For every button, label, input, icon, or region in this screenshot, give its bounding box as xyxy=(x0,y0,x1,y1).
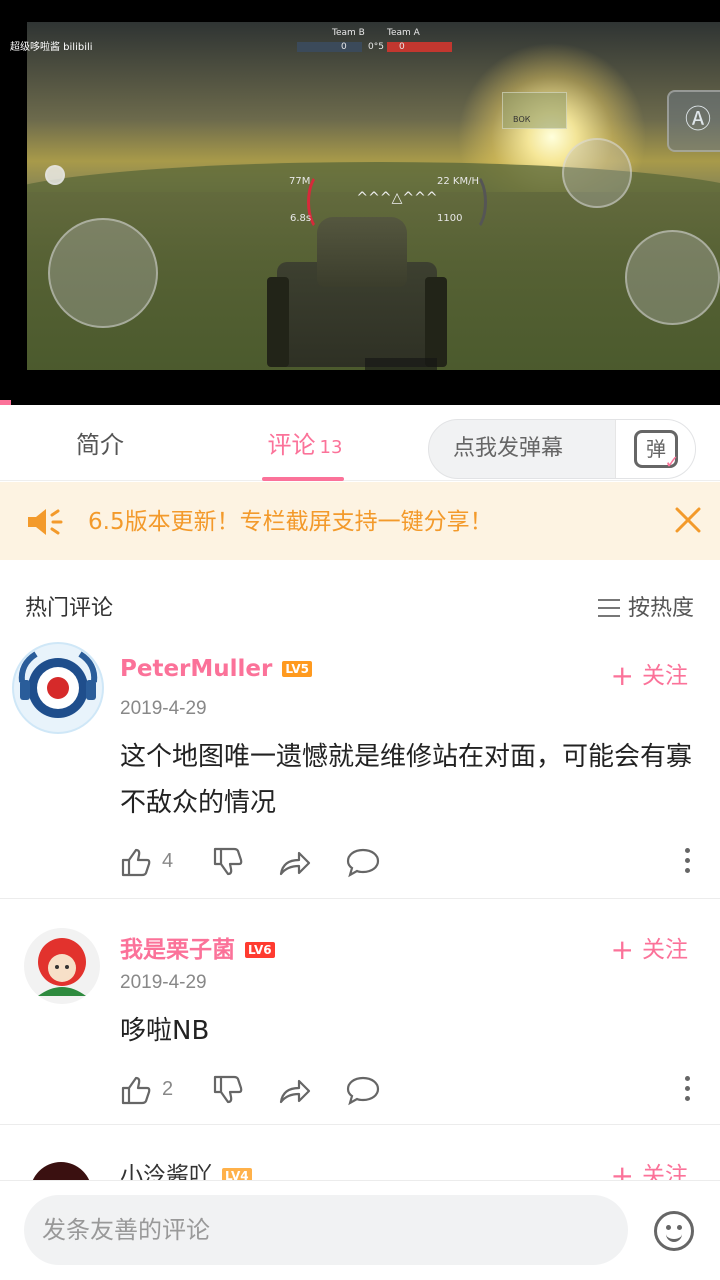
username[interactable]: PeterMuller xyxy=(120,656,272,682)
announcement-banner: 6.5版本更新！专栏截屏支持一键分享！ xyxy=(0,482,720,560)
comment-input[interactable] xyxy=(24,1195,628,1265)
like-count: 2 xyxy=(162,1078,174,1100)
team-a-label: Team A xyxy=(387,28,420,38)
ammo-slots: 90 0 0 xyxy=(365,358,437,370)
tab-bar: 简介 评论 13 点我发弹幕 弹 ✓ xyxy=(0,405,720,481)
danmaku-toggle-button[interactable]: 弹 ✓ xyxy=(615,420,695,478)
small-joystick-dot xyxy=(45,165,65,185)
reload-timer: 6.8s xyxy=(290,213,312,224)
team-b-bar xyxy=(297,42,362,52)
close-icon[interactable] xyxy=(672,504,704,536)
tab-intro-label: 简介 xyxy=(76,431,124,459)
tab-comments-count: 13 xyxy=(319,437,343,458)
divider xyxy=(0,1124,720,1125)
level-badge: LV4 xyxy=(222,1168,252,1180)
reply-icon[interactable] xyxy=(346,844,380,880)
machine-gun-button xyxy=(562,138,632,208)
target-distance: 77M xyxy=(289,176,311,187)
reply-icon[interactable] xyxy=(346,1072,380,1108)
danmaku-icon: 弹 ✓ xyxy=(634,430,680,472)
team-b-label: Team B xyxy=(332,28,365,38)
tab-intro[interactable]: 简介 xyxy=(50,405,150,481)
plus-icon: + xyxy=(610,933,634,966)
danmaku-input[interactable]: 点我发弹幕 弹 ✓ xyxy=(428,419,696,479)
team-a-bar xyxy=(387,42,452,52)
comment-item: PeterMuller LV5 + 关注 2019-4-29 这个地图唯一遗憾就是维… xyxy=(0,640,720,898)
follow-button[interactable]: + 关注 xyxy=(611,1156,688,1180)
tank xyxy=(267,217,447,367)
emoji-icon[interactable] xyxy=(654,1211,694,1251)
share-icon[interactable] xyxy=(278,1072,312,1108)
share-icon[interactable] xyxy=(278,844,312,880)
speed-readout: 22 KM/H xyxy=(437,176,479,187)
auto-aim-button[interactable]: Ⓐ xyxy=(667,90,720,152)
comment-text: 这个地图唯一遗憾就是维修站在对面，可能会有寡不敌众的情况 xyxy=(120,742,693,818)
username[interactable]: 我是栗子菌 xyxy=(120,937,235,963)
comment-text: 哆啦NB xyxy=(120,1016,210,1046)
comment-date: 2019-4-29 xyxy=(120,698,207,719)
follow-label: 关注 xyxy=(642,937,688,963)
thumbs-down-icon[interactable] xyxy=(212,844,244,880)
team-a-score: 0 xyxy=(399,42,405,52)
plus-icon: + xyxy=(610,1159,634,1180)
thumbs-down-icon[interactable] xyxy=(212,1072,244,1108)
hp-readout: 1100 xyxy=(437,213,463,224)
level-badge: LV5 xyxy=(282,661,313,677)
sort-by-heat-button[interactable]: 按热度 xyxy=(597,590,694,622)
announcement-text: 6.5版本更新！专栏截屏支持一键分享！ xyxy=(88,509,493,535)
minimap-label: ВОК xyxy=(513,115,531,124)
tab-comments-label: 评论 xyxy=(267,431,316,459)
follow-button[interactable]: + 关注 xyxy=(611,930,688,966)
comments-header: 热门评论 按热度 xyxy=(0,580,720,636)
tab-active-indicator xyxy=(262,477,344,481)
comment-item: 我是栗子菌 LV6 + 关注 2019-4-29 哆啦NB 2 xyxy=(0,914,720,1124)
avatar[interactable] xyxy=(12,642,104,734)
avatar[interactable] xyxy=(30,1162,92,1180)
thumbs-up-icon[interactable] xyxy=(120,844,152,880)
follow-label: 关注 xyxy=(642,1163,688,1180)
team-b-score: 0 xyxy=(341,42,347,52)
minimap: ВОК xyxy=(502,92,567,129)
comment-date: 2019-4-29 xyxy=(120,972,207,993)
username[interactable]: 小泠酱吖 xyxy=(120,1163,212,1180)
sort-icon xyxy=(597,599,620,617)
comment-actions: 4 xyxy=(120,844,700,880)
like-count: 4 xyxy=(162,850,174,872)
thumbs-up-icon[interactable] xyxy=(120,1072,152,1108)
comment-item: 小泠酱吖 LV4 + 关注 xyxy=(0,1140,720,1180)
divider xyxy=(0,898,720,899)
comment-actions: 2 xyxy=(120,1072,700,1108)
comment-compose-bar xyxy=(0,1180,720,1280)
match-timer: 0°5 xyxy=(368,42,384,52)
sort-label: 按热度 xyxy=(627,596,694,621)
reticle-marks: ^^^△^^^ xyxy=(356,190,438,206)
danmaku-placeholder: 点我发弹幕 xyxy=(453,436,564,461)
fire-shell-button xyxy=(625,230,720,325)
more-options-icon[interactable] xyxy=(684,1076,692,1106)
video-player[interactable]: ^^^△^^^ Team B Team A 0 0°5 0 77M 22 KM/… xyxy=(0,0,720,405)
follow-label: 关注 xyxy=(642,663,688,689)
follow-button[interactable]: + 关注 xyxy=(611,656,688,692)
plus-icon: + xyxy=(610,659,634,692)
check-icon: ✓ xyxy=(664,452,680,473)
avatar[interactable] xyxy=(22,926,102,1006)
movement-joystick xyxy=(48,218,158,328)
tab-comments[interactable]: 评论 13 xyxy=(255,405,355,481)
speaker-icon xyxy=(28,509,63,535)
more-options-icon[interactable] xyxy=(684,848,692,878)
hot-comments-title: 热门评论 xyxy=(25,596,114,621)
video-watermark: 超级哆啦酱 bilibili xyxy=(10,42,93,53)
level-badge: LV6 xyxy=(245,942,275,958)
